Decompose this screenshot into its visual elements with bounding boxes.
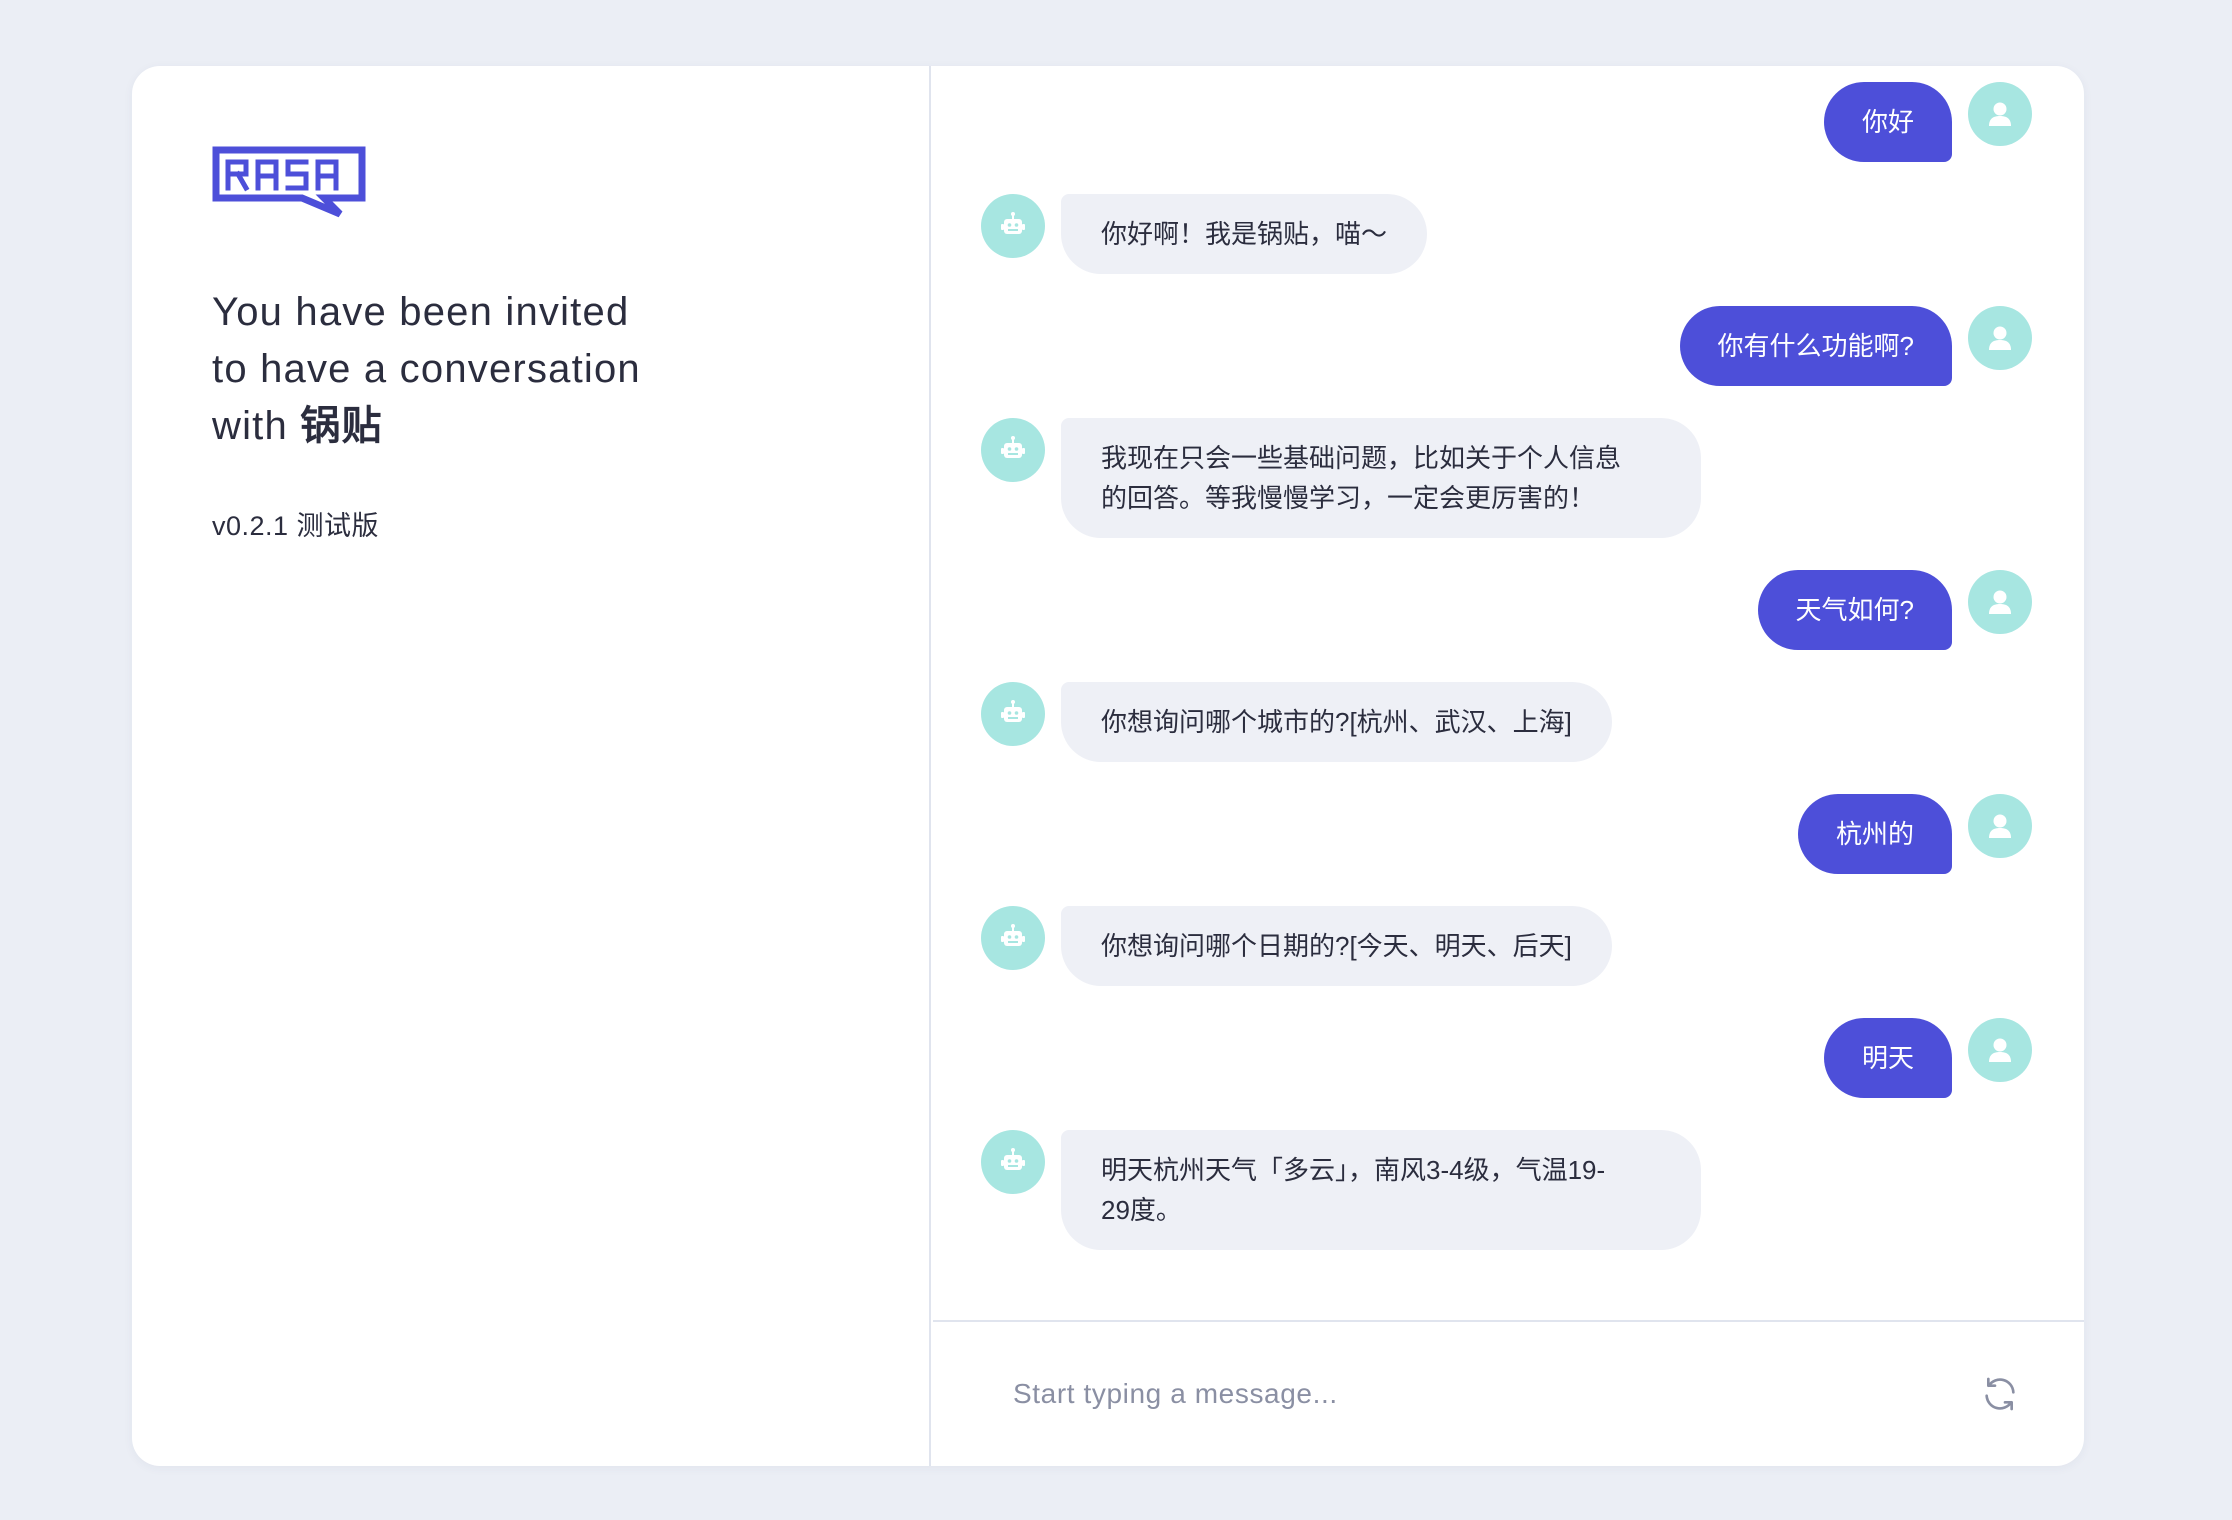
message-list[interactable]: 你好 你好啊！我是锅贴，喵～ 你有什么功能啊? 我现在只会一些基础问题，比如关于… (933, 66, 2084, 1321)
bot-message-bubble: 明天杭州天气「多云」，南风3-4级，气温19- 29度。 (1061, 1130, 1701, 1250)
bot-message-bubble: 你想询问哪个日期的?[今天、明天、后天] (1061, 906, 1612, 986)
invite-message: You have been invited to have a conversa… (212, 284, 812, 455)
rasa-logo (212, 146, 366, 218)
bot-message-bubble: 你好啊！我是锅贴，喵～ (1061, 194, 1428, 274)
intro-panel: You have been invited to have a conversa… (132, 66, 931, 1466)
robot-icon (1001, 924, 1025, 946)
bot-avatar (981, 418, 1045, 482)
robot-icon (1001, 1148, 1025, 1170)
bot-message-line: 我现在只会一些基础问题，比如关于个人信息 (1101, 443, 1622, 473)
user-message-bubble: 你好 (1823, 82, 1952, 162)
user-icon (1989, 590, 2011, 614)
bot-message-bubble: 我现在只会一些基础问题，比如关于个人信息 的回答。等我慢慢学习，一定会更厉害的！ (1061, 418, 1701, 538)
user-message-bubble: 杭州的 (1797, 794, 1952, 874)
chat-panel: 你好 你好啊！我是锅贴，喵～ 你有什么功能啊? 我现在只会一些基础问题，比如关于… (933, 66, 2084, 1466)
bot-message-line: 的回答。等我慢慢学习，一定会更厉害的！ (1101, 483, 1596, 513)
user-avatar (1968, 306, 2032, 370)
version-label: v0.2.1 测试版 (212, 511, 380, 541)
user-avatar (1968, 794, 2032, 858)
chat-card: You have been invited to have a conversa… (132, 66, 2084, 1466)
bot-name: 锅贴 (300, 404, 383, 448)
bot-avatar (981, 906, 1045, 970)
invite-line-3: with 锅贴 (212, 398, 812, 455)
bot-avatar (981, 682, 1045, 746)
robot-icon (1001, 212, 1025, 234)
user-message-bubble: 明天 (1823, 1018, 1952, 1098)
bot-avatar (981, 194, 1045, 258)
refresh-icon (1985, 1377, 2015, 1411)
bot-avatar (981, 1130, 1045, 1194)
user-icon (1989, 102, 2011, 126)
invite-line-1: You have been invited (212, 290, 630, 334)
user-avatar (1968, 570, 2032, 634)
bot-message-line: 明天杭州天气「多云」，南风3-4级，气温19- (1101, 1155, 1606, 1185)
user-message-bubble: 你有什么功能啊? (1679, 306, 1952, 386)
user-icon (1989, 1038, 2011, 1062)
message-composer (933, 1320, 2084, 1466)
user-icon (1989, 814, 2011, 838)
invite-with: with (212, 404, 288, 448)
user-message-bubble: 天气如何? (1757, 570, 1952, 650)
bot-message-line: 29度。 (1101, 1195, 1182, 1225)
restart-conversation-button[interactable] (1980, 1374, 2020, 1414)
robot-icon (1001, 436, 1025, 458)
invite-line-2: to have a conversation (212, 347, 641, 391)
user-avatar (1968, 82, 2032, 146)
bot-message-bubble: 你想询问哪个城市的?[杭州、武汉、上海] (1061, 682, 1612, 762)
user-avatar (1968, 1018, 2032, 1082)
user-icon (1989, 326, 2011, 350)
robot-icon (1001, 700, 1025, 722)
message-input[interactable] (1013, 1364, 1813, 1424)
